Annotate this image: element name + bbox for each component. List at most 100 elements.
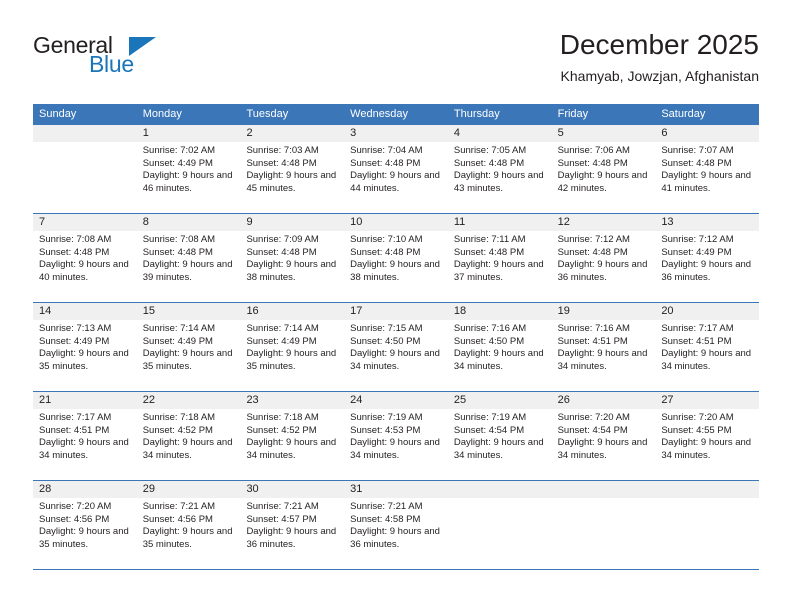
day-number: 22 bbox=[136, 392, 241, 409]
calendar-day-cell[interactable]: 31 Sunrise: 7:21 AM Sunset: 4:58 PM Dayligh… bbox=[344, 481, 448, 569]
daylight-text: Daylight: 9 hours and 34 minutes. bbox=[453, 348, 544, 372]
day-sun-info: Sunrise: 7:20 AM Sunset: 4:55 PM Daylight:… bbox=[655, 409, 759, 480]
calendar-week-row: 28 Sunrise: 7:20 AM Sunset: 4:56 PM Dayligh… bbox=[33, 481, 760, 570]
calendar-day-cell[interactable]: 25 Sunrise: 7:19 AM Sunset: 4:54 PM Dayligh… bbox=[447, 392, 552, 480]
calendar-day-cell[interactable]: 11 Sunrise: 7:11 AM Sunset: 4:48 PM Dayligh… bbox=[447, 214, 552, 302]
sunset-text: Sunset: 4:51 PM bbox=[661, 335, 732, 347]
calendar-day-cell[interactable]: 12 Sunrise: 7:12 AM Sunset: 4:48 PM Dayligh… bbox=[551, 214, 656, 302]
calendar-day-cell[interactable]: 15 Sunrise: 7:14 AM Sunset: 4:49 PM Dayligh… bbox=[136, 303, 241, 391]
day-sun-info bbox=[448, 498, 552, 569]
calendar-day-cell[interactable]: 2 Sunrise: 7:03 AM Sunset: 4:48 PM Daylight… bbox=[240, 125, 345, 213]
calendar-day-cell[interactable]: 22 Sunrise: 7:18 AM Sunset: 4:52 PM Dayligh… bbox=[136, 392, 241, 480]
calendar-week-row: 1 Sunrise: 7:02 AM Sunset: 4:49 PM Daylight… bbox=[33, 125, 760, 214]
day-sun-info: Sunrise: 7:02 AM Sunset: 4:49 PM Daylight:… bbox=[137, 142, 241, 213]
daylight-text: Daylight: 9 hours and 35 minutes. bbox=[142, 526, 233, 550]
calendar-day-cell[interactable]: 19 Sunrise: 7:16 AM Sunset: 4:51 PM Dayligh… bbox=[551, 303, 656, 391]
calendar-day-cell[interactable]: 6 Sunrise: 7:07 AM Sunset: 4:48 PM Daylight… bbox=[655, 125, 760, 213]
sunrise-text: Sunrise: 7:10 AM bbox=[350, 234, 423, 245]
calendar-day-cell[interactable]: 17 Sunrise: 7:15 AM Sunset: 4:50 PM Dayligh… bbox=[344, 303, 448, 391]
calendar-day-cell[interactable]: 10 Sunrise: 7:10 AM Sunset: 4:48 PM Dayligh… bbox=[344, 214, 448, 302]
day-sun-info: Sunrise: 7:16 AM Sunset: 4:51 PM Daylight:… bbox=[552, 320, 656, 391]
calendar-day-cell[interactable]: 9 Sunrise: 7:09 AM Sunset: 4:48 PM Daylight… bbox=[240, 214, 345, 302]
day-number: 2 bbox=[240, 125, 345, 142]
calendar-day-cell[interactable]: 24 Sunrise: 7:19 AM Sunset: 4:53 PM Dayligh… bbox=[344, 392, 448, 480]
sunrise-text: Sunrise: 7:12 AM bbox=[661, 234, 734, 245]
calendar-day-cell[interactable]: 29 Sunrise: 7:21 AM Sunset: 4:56 PM Dayligh… bbox=[136, 481, 241, 569]
day-number: 16 bbox=[240, 303, 345, 320]
day-number: 30 bbox=[240, 481, 345, 498]
generalblue-logo[interactable]: General Blue bbox=[33, 33, 183, 83]
sunrise-text: Sunrise: 7:03 AM bbox=[246, 145, 319, 156]
sunrise-text: Sunrise: 7:05 AM bbox=[453, 145, 527, 156]
sunset-text: Sunset: 4:48 PM bbox=[557, 157, 628, 169]
day-sun-info bbox=[655, 498, 759, 569]
calendar-day-cell[interactable]: 3 Sunrise: 7:04 AM Sunset: 4:48 PM Daylight… bbox=[344, 125, 448, 213]
sunset-text: Sunset: 4:48 PM bbox=[453, 246, 525, 258]
sunrise-text: Sunrise: 7:16 AM bbox=[453, 323, 527, 334]
day-number: 19 bbox=[551, 303, 656, 320]
calendar-day-cell[interactable]: 8 Sunrise: 7:08 AM Sunset: 4:48 PM Daylight… bbox=[136, 214, 241, 302]
sunset-text: Sunset: 4:48 PM bbox=[350, 157, 421, 169]
calendar-day-cell[interactable]: 28 Sunrise: 7:20 AM Sunset: 4:56 PM Dayligh… bbox=[33, 481, 137, 569]
calendar-day-cell[interactable]: 4 Sunrise: 7:05 AM Sunset: 4:48 PM Daylight… bbox=[447, 125, 552, 213]
calendar-day-cell[interactable]: 5 Sunrise: 7:06 AM Sunset: 4:48 PM Daylight… bbox=[551, 125, 656, 213]
sunset-text: Sunset: 4:49 PM bbox=[39, 335, 110, 347]
day-sun-info: Sunrise: 7:05 AM Sunset: 4:48 PM Daylight:… bbox=[448, 142, 552, 213]
title-block: December 2025 Khamyab, Jowzjan, Afghanis… bbox=[560, 28, 759, 85]
day-number: 5 bbox=[551, 125, 656, 142]
calendar-day-cell-empty bbox=[33, 125, 137, 213]
calendar-page: General Blue December 2025 Khamyab, Jowz… bbox=[0, 0, 792, 612]
calendar-day-cell[interactable]: 7 Sunrise: 7:08 AM Sunset: 4:48 PM Daylight… bbox=[33, 214, 137, 302]
calendar-day-cell[interactable]: 18 Sunrise: 7:16 AM Sunset: 4:50 PM Dayligh… bbox=[447, 303, 552, 391]
daylight-text: Daylight: 9 hours and 35 minutes. bbox=[246, 348, 337, 372]
day-sun-info: Sunrise: 7:17 AM Sunset: 4:51 PM Daylight:… bbox=[655, 320, 759, 391]
sunrise-text: Sunrise: 7:12 AM bbox=[557, 234, 630, 245]
day-sun-info: Sunrise: 7:21 AM Sunset: 4:56 PM Daylight:… bbox=[137, 498, 241, 569]
sunrise-text: Sunrise: 7:21 AM bbox=[142, 501, 216, 512]
daylight-text: Daylight: 9 hours and 34 minutes. bbox=[661, 348, 752, 372]
sunrise-text: Sunrise: 7:02 AM bbox=[142, 145, 216, 156]
day-sun-info: Sunrise: 7:12 AM Sunset: 4:48 PM Daylight:… bbox=[552, 231, 656, 302]
day-number: 24 bbox=[344, 392, 448, 409]
calendar-day-cell-empty bbox=[447, 481, 552, 569]
sunset-text: Sunset: 4:51 PM bbox=[39, 424, 110, 436]
daylight-text: Daylight: 9 hours and 45 minutes. bbox=[246, 170, 337, 194]
sunset-text: Sunset: 4:48 PM bbox=[350, 246, 421, 258]
sunrise-text: Sunrise: 7:18 AM bbox=[142, 412, 216, 423]
daylight-text: Daylight: 9 hours and 34 minutes. bbox=[350, 348, 440, 372]
sunset-text: Sunset: 4:48 PM bbox=[39, 246, 110, 258]
day-sun-info: Sunrise: 7:06 AM Sunset: 4:48 PM Daylight:… bbox=[552, 142, 656, 213]
sunrise-text: Sunrise: 7:08 AM bbox=[39, 234, 112, 245]
calendar-day-cell[interactable]: 23 Sunrise: 7:18 AM Sunset: 4:52 PM Dayligh… bbox=[240, 392, 345, 480]
sunrise-text: Sunrise: 7:20 AM bbox=[39, 501, 112, 512]
daylight-text: Daylight: 9 hours and 36 minutes. bbox=[661, 259, 752, 283]
calendar-day-cell[interactable]: 1 Sunrise: 7:02 AM Sunset: 4:49 PM Daylight… bbox=[136, 125, 241, 213]
sunrise-text: Sunrise: 7:21 AM bbox=[246, 501, 319, 512]
sunset-text: Sunset: 4:56 PM bbox=[142, 513, 213, 525]
calendar-day-cell[interactable]: 13 Sunrise: 7:12 AM Sunset: 4:49 PM Dayligh… bbox=[655, 214, 760, 302]
sunrise-text: Sunrise: 7:19 AM bbox=[350, 412, 423, 423]
daylight-text: Daylight: 9 hours and 34 minutes. bbox=[142, 437, 233, 461]
day-number: 26 bbox=[551, 392, 656, 409]
day-number: 27 bbox=[655, 392, 760, 409]
calendar-day-cell[interactable]: 20 Sunrise: 7:17 AM Sunset: 4:51 PM Dayligh… bbox=[655, 303, 760, 391]
calendar-day-cell[interactable]: 30 Sunrise: 7:21 AM Sunset: 4:57 PM Dayligh… bbox=[240, 481, 345, 569]
day-number: 20 bbox=[655, 303, 760, 320]
sunrise-text: Sunrise: 7:11 AM bbox=[453, 234, 526, 245]
sunset-text: Sunset: 4:54 PM bbox=[453, 424, 525, 436]
daylight-text: Daylight: 9 hours and 34 minutes. bbox=[557, 348, 648, 372]
calendar-day-cell[interactable]: 16 Sunrise: 7:14 AM Sunset: 4:49 PM Dayligh… bbox=[240, 303, 345, 391]
daylight-text: Daylight: 9 hours and 34 minutes. bbox=[453, 437, 544, 461]
sunset-text: Sunset: 4:48 PM bbox=[453, 157, 525, 169]
day-number: 6 bbox=[655, 125, 760, 142]
daylight-text: Daylight: 9 hours and 36 minutes. bbox=[246, 526, 337, 550]
day-number: 23 bbox=[240, 392, 345, 409]
calendar-day-cell[interactable]: 21 Sunrise: 7:17 AM Sunset: 4:51 PM Dayligh… bbox=[33, 392, 137, 480]
calendar-day-cell[interactable]: 14 Sunrise: 7:13 AM Sunset: 4:49 PM Dayligh… bbox=[33, 303, 137, 391]
calendar-day-cell[interactable]: 27 Sunrise: 7:20 AM Sunset: 4:55 PM Dayligh… bbox=[655, 392, 760, 480]
day-sun-info: Sunrise: 7:20 AM Sunset: 4:54 PM Daylight:… bbox=[552, 409, 656, 480]
sunset-text: Sunset: 4:52 PM bbox=[246, 424, 317, 436]
sunrise-text: Sunrise: 7:07 AM bbox=[661, 145, 734, 156]
day-sun-info: Sunrise: 7:14 AM Sunset: 4:49 PM Daylight:… bbox=[240, 320, 344, 391]
calendar-day-cell[interactable]: 26 Sunrise: 7:20 AM Sunset: 4:54 PM Dayligh… bbox=[551, 392, 656, 480]
